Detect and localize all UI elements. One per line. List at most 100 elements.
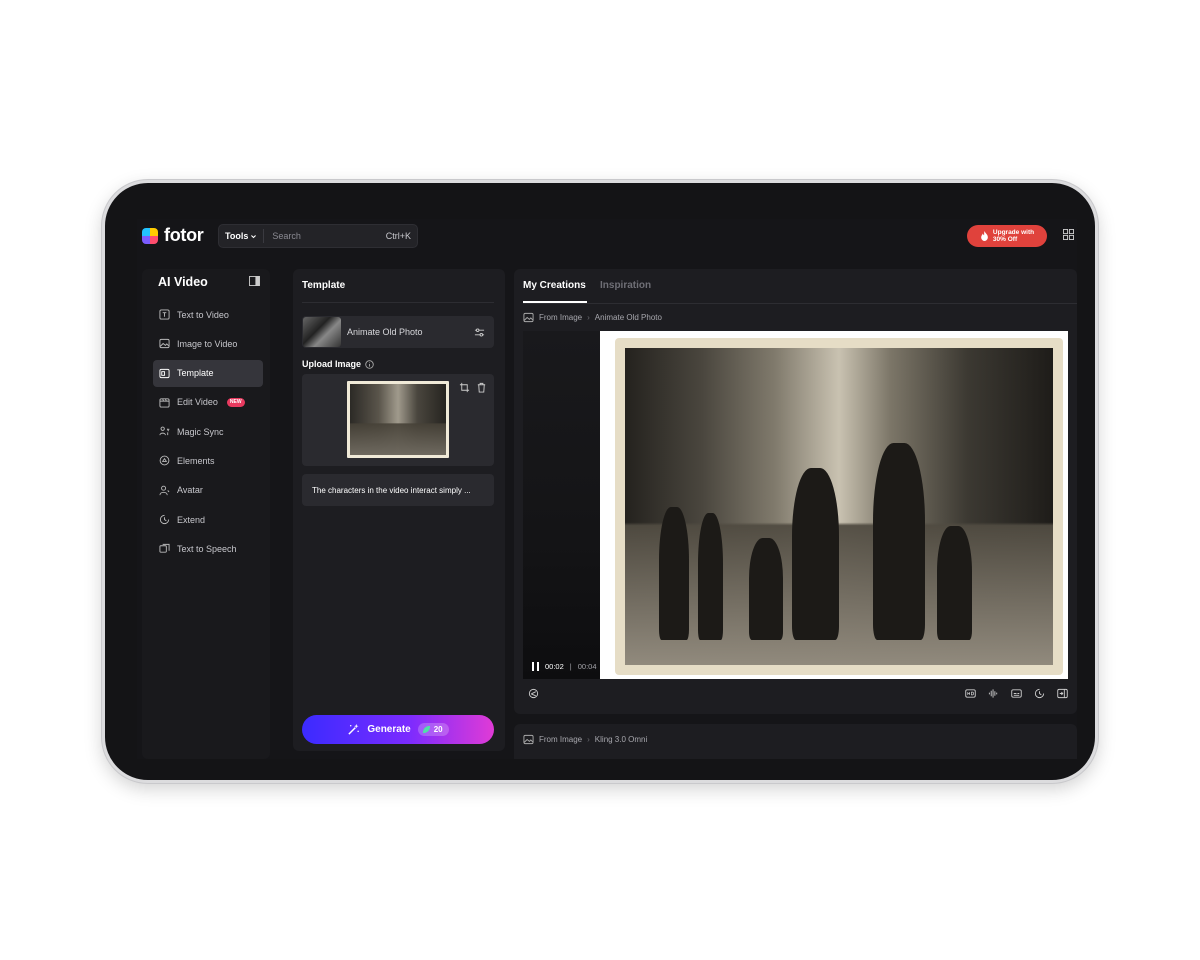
pause-icon[interactable] xyxy=(532,662,539,671)
total-time: 00:04 xyxy=(577,662,597,671)
hd-icon[interactable] xyxy=(965,688,976,699)
video-toolbar xyxy=(965,688,1068,699)
sidebar: AI Video Text to Video Image to Video Te… xyxy=(142,269,270,759)
current-time: 00:02 xyxy=(545,662,564,671)
uploaded-image-thumbnail xyxy=(347,381,449,458)
fotor-logo-icon xyxy=(142,227,158,244)
avatar-icon xyxy=(159,485,170,495)
playback-controls: 00:02 | 00:04 xyxy=(532,662,597,671)
credits-count: 20 xyxy=(433,725,443,734)
sidebar-item-image-to-video[interactable]: Image to Video xyxy=(153,330,263,357)
extend-icon[interactable] xyxy=(1034,688,1045,699)
elements-icon xyxy=(159,456,170,466)
info-icon[interactable] xyxy=(365,359,374,369)
text-to-video-icon xyxy=(159,309,170,320)
video-frame xyxy=(600,331,1068,679)
sidebar-item-extend[interactable]: Extend xyxy=(153,506,263,533)
sidebar-item-label: Avatar xyxy=(177,485,203,496)
credits-badge: 20 xyxy=(417,723,449,736)
search-bar[interactable]: Tools Search Ctrl+K xyxy=(218,224,418,248)
logo-text: fotor xyxy=(164,225,204,245)
breadcrumb-target: Kling 3.0 Omni xyxy=(594,735,648,744)
video-player[interactable]: 00:02 | 00:04 xyxy=(523,331,1068,679)
breadcrumb-target: Animate Old Photo xyxy=(594,313,662,322)
sidebar-item-label: Template xyxy=(177,368,214,379)
extend-icon xyxy=(159,514,170,525)
tabs-divider xyxy=(523,303,1077,304)
upgrade-button[interactable]: Upgrade with 30% Off xyxy=(967,225,1047,247)
breadcrumb-source: From Image xyxy=(539,735,583,744)
sliders-icon[interactable] xyxy=(474,327,485,338)
edit-video-icon xyxy=(159,398,170,408)
tab-my-creations[interactable]: My Creations xyxy=(523,280,586,291)
template-panel: Template Animate Old Photo Upload Image … xyxy=(293,269,505,751)
tools-dropdown[interactable]: Tools xyxy=(219,229,265,243)
sidebar-item-text-to-video[interactable]: Text to Video xyxy=(153,301,263,328)
sidebar-item-label: Text to Video xyxy=(177,309,229,320)
collapse-sidebar-icon[interactable] xyxy=(249,276,260,286)
sidebar-item-label: Text to Speech xyxy=(177,543,237,554)
generate-label: Generate xyxy=(367,724,411,735)
sidebar-item-edit-video[interactable]: Edit Video NEW xyxy=(153,389,263,416)
sidebar-item-label: Edit Video xyxy=(177,397,218,408)
chevron-right-icon: › xyxy=(587,313,590,322)
trash-icon[interactable] xyxy=(476,382,487,393)
subtitles-icon[interactable] xyxy=(1011,688,1022,699)
crop-icon[interactable] xyxy=(459,382,470,393)
export-icon[interactable] xyxy=(1057,688,1068,699)
image-icon xyxy=(523,734,534,745)
sidebar-item-label: Extend xyxy=(177,514,206,525)
apps-grid-icon[interactable] xyxy=(1063,229,1074,240)
sidebar-item-label: Elements xyxy=(177,455,215,466)
sidebar-item-elements[interactable]: Elements xyxy=(153,447,263,474)
breadcrumb: From Image › Animate Old Photo xyxy=(523,312,662,323)
time-separator: | xyxy=(569,662,572,671)
fire-icon xyxy=(981,231,988,241)
breadcrumb: From Image › Kling 3.0 Omni xyxy=(523,734,647,745)
sidebar-title: AI Video xyxy=(158,275,208,289)
creation-item-2: From Image › Kling 3.0 Omni xyxy=(514,724,1077,759)
chevron-right-icon: › xyxy=(587,735,590,744)
tools-label: Tools xyxy=(225,231,249,241)
image-icon xyxy=(523,312,534,323)
template-thumbnail xyxy=(303,317,341,347)
device-frame: fotor Tools Search Ctrl+K Upgrade with 3… xyxy=(102,180,1098,783)
template-icon xyxy=(159,368,170,378)
template-selector[interactable]: Animate Old Photo xyxy=(302,316,494,348)
sidebar-item-magic-sync[interactable]: Magic Sync xyxy=(153,418,263,445)
leaf-credit-icon xyxy=(422,725,430,734)
video-still-image xyxy=(615,338,1063,675)
generate-button[interactable]: Generate 20 xyxy=(302,715,494,744)
audio-wave-icon[interactable] xyxy=(988,688,999,699)
image-icon xyxy=(159,339,170,349)
upload-image-box[interactable] xyxy=(302,374,494,466)
divider xyxy=(302,302,494,303)
chevron-down-icon xyxy=(251,234,257,238)
template-panel-title: Template xyxy=(302,280,346,291)
creations-panel: My Creations Inspiration From Image › An… xyxy=(514,269,1077,714)
text-to-speech-icon xyxy=(159,544,170,553)
new-badge: NEW xyxy=(226,397,245,407)
upgrade-line2: 30% Off xyxy=(992,236,1018,243)
magic-wand-icon xyxy=(348,723,360,735)
sidebar-item-avatar[interactable]: Avatar xyxy=(153,477,263,504)
upload-image-label: Upload Image xyxy=(302,359,374,369)
sidebar-item-template[interactable]: Template xyxy=(153,359,263,387)
breadcrumb-source: From Image xyxy=(539,313,583,322)
app-window: fotor Tools Search Ctrl+K Upgrade with 3… xyxy=(137,219,1077,759)
sidebar-menu: Text to Video Image to Video Template Ed… xyxy=(153,301,263,565)
prompt-text-box[interactable]: The characters in the video interact sim… xyxy=(302,474,494,506)
upgrade-line1: Upgrade with xyxy=(992,229,1035,236)
magic-sync-icon xyxy=(159,426,170,436)
sidebar-item-label: Image to Video xyxy=(177,338,238,349)
active-tab-indicator xyxy=(523,301,587,303)
share-icon[interactable] xyxy=(528,688,539,699)
tab-inspiration[interactable]: Inspiration xyxy=(600,280,651,291)
sidebar-item-text-to-speech[interactable]: Text to Speech xyxy=(153,535,263,562)
search-input[interactable]: Search xyxy=(264,231,385,241)
template-name: Animate Old Photo xyxy=(347,327,423,337)
upload-label-text: Upload Image xyxy=(302,359,362,369)
search-shortcut: Ctrl+K xyxy=(385,231,411,241)
sidebar-item-label: Magic Sync xyxy=(177,426,224,437)
fotor-logo[interactable]: fotor xyxy=(142,225,204,246)
